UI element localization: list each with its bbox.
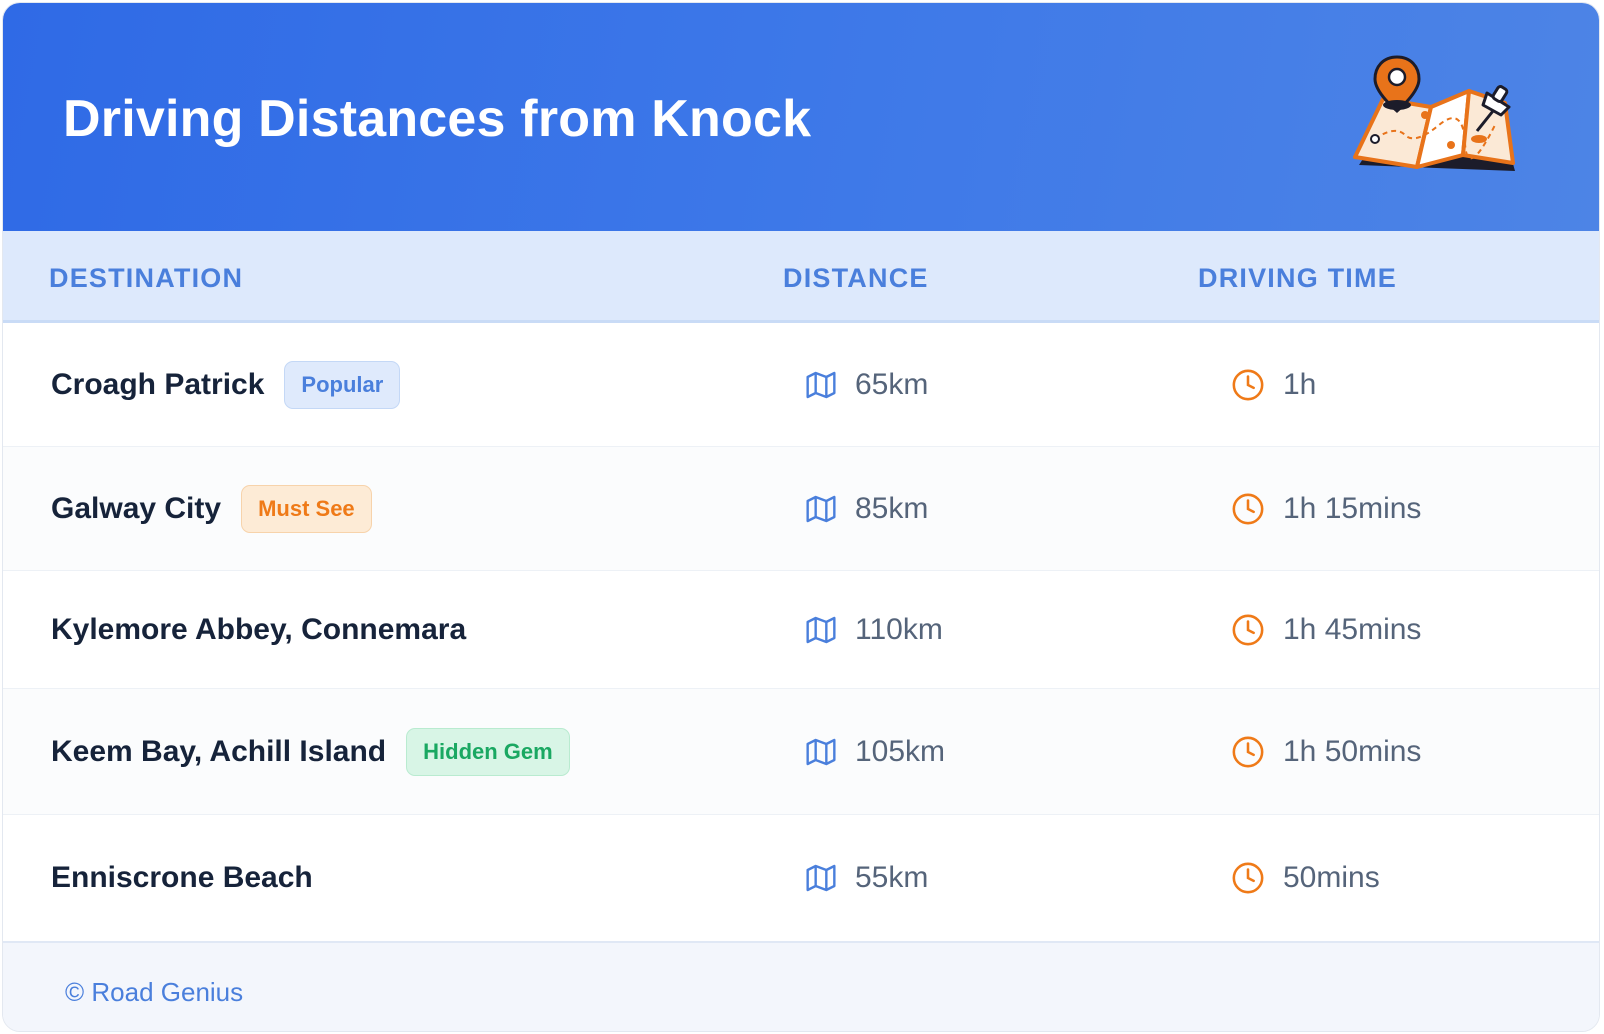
- page-title: Driving Distances from Knock: [63, 90, 812, 148]
- driving-time-value: 1h 50mins: [1283, 734, 1422, 768]
- footer: © Road Genius: [3, 941, 1599, 1031]
- destination-name: Croagh Patrick: [51, 367, 265, 401]
- destination-cell: Galway City Must See: [51, 484, 372, 533]
- distance-cell: 110km: [805, 613, 943, 647]
- table-row: Keem Bay, Achill Island Hidden Gem 105km…: [3, 689, 1599, 815]
- must-see-badge: Must See: [241, 484, 372, 533]
- column-header-distance: DISTANCE: [783, 263, 929, 293]
- distance-cell: 105km: [805, 735, 945, 769]
- destination-name: Kylemore Abbey, Connemara: [51, 612, 467, 646]
- destination-cell: Keem Bay, Achill Island Hidden Gem: [51, 727, 570, 776]
- clock-icon: [1232, 493, 1264, 524]
- table-row: Croagh Patrick Popular 65km 1h: [3, 323, 1599, 447]
- driving-time-cell: 1h: [1231, 368, 1316, 402]
- footer-brand: © Road Genius: [65, 977, 244, 1007]
- table-row: Enniscrone Beach 55km 50mins: [3, 815, 1599, 941]
- distance-value: 110km: [855, 612, 943, 646]
- distance-cell: 65km: [805, 368, 928, 402]
- clock-icon: [1232, 736, 1264, 767]
- table-row: Galway City Must See 85km 1h 15mins: [3, 447, 1599, 571]
- hidden-gem-badge: Hidden Gem: [406, 727, 570, 776]
- driving-time-cell: 50mins: [1231, 861, 1380, 895]
- driving-time-value: 50mins: [1283, 861, 1380, 894]
- popular-badge: Popular: [284, 360, 401, 409]
- table-row: Kylemore Abbey, Connemara 110km 1h 45min…: [3, 571, 1599, 689]
- destination-cell: Croagh Patrick Popular: [51, 360, 401, 409]
- column-header-driving-time: DRIVING TIME: [1198, 263, 1397, 293]
- distance-value: 65km: [855, 367, 929, 401]
- driving-time-cell: 1h 50mins: [1231, 735, 1421, 769]
- destination-cell: Kylemore Abbey, Connemara: [51, 613, 466, 647]
- distances-card: Driving Distances from Knock DESTINATION…: [2, 2, 1600, 1032]
- driving-time-cell: 1h 15mins: [1231, 492, 1421, 526]
- distance-cell: 55km: [805, 861, 928, 895]
- folded-map-with-pins-icon: [1353, 55, 1515, 171]
- table-header: DESTINATION DISTANCE DRIVING TIME: [3, 231, 1599, 323]
- column-header-destination: DESTINATION: [49, 263, 244, 293]
- clock-icon: [1232, 614, 1264, 645]
- distance-cell: 85km: [805, 492, 928, 526]
- driving-time-cell: 1h 45mins: [1231, 613, 1421, 647]
- clock-icon: [1232, 862, 1264, 894]
- map-icon: [806, 616, 836, 643]
- destination-name: Keem Bay, Achill Island: [51, 734, 387, 768]
- header-banner: Driving Distances from Knock: [3, 3, 1599, 231]
- driving-time-value: 1h 15mins: [1283, 491, 1422, 525]
- map-icon: [806, 864, 836, 892]
- destination-cell: Enniscrone Beach: [51, 861, 313, 895]
- map-icon: [806, 371, 836, 398]
- map-icon: [806, 495, 836, 522]
- clock-icon: [1232, 369, 1264, 400]
- distance-value: 55km: [855, 861, 929, 894]
- destination-name: Enniscrone Beach: [51, 861, 313, 894]
- distance-value: 105km: [855, 734, 946, 768]
- distance-value: 85km: [855, 491, 929, 525]
- driving-time-value: 1h 45mins: [1283, 612, 1422, 646]
- driving-time-value: 1h: [1283, 367, 1317, 401]
- map-icon: [806, 738, 836, 765]
- destination-name: Galway City: [51, 491, 222, 525]
